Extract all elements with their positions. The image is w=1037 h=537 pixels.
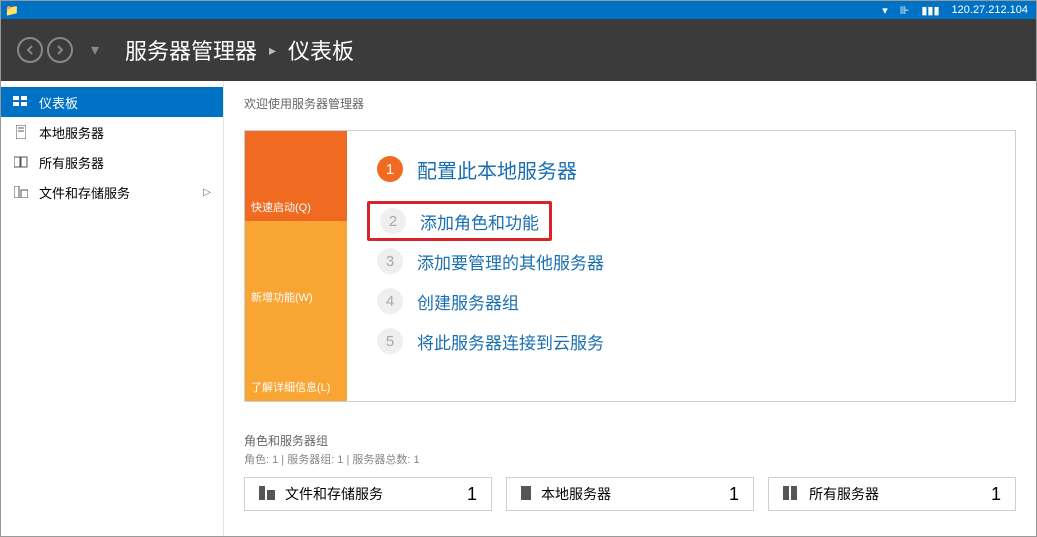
sidebar-item-storage[interactable]: 文件和存储服务 ▷: [1, 177, 223, 207]
breadcrumb-page: 仪表板: [288, 34, 354, 66]
sidebar-item-dashboard[interactable]: 仪表板: [1, 87, 223, 117]
step-add-servers[interactable]: 3 添加要管理的其他服务器: [377, 241, 985, 281]
system-taskbar: 📁 ▾ ⊪ ▮▮▮ 120.27.212.104: [1, 1, 1036, 19]
role-card-count: 1: [991, 484, 1001, 505]
step-number-icon: 1: [377, 156, 403, 182]
welcome-heading: 欢迎使用服务器管理器: [244, 95, 1016, 112]
server-icon: [13, 126, 29, 138]
server-icon: [521, 486, 531, 503]
role-card-label: 所有服务器: [809, 484, 879, 504]
ip-address: 120.27.212.104: [952, 4, 1028, 16]
role-card-local[interactable]: 本地服务器 1: [506, 477, 754, 511]
roles-heading: 角色和服务器组: [244, 432, 1016, 449]
servers-icon: [783, 486, 799, 503]
chevron-right-icon: ▷: [203, 187, 211, 198]
chevron-right-icon: ▸: [269, 42, 276, 59]
storage-icon: [13, 186, 29, 198]
nav-forward-button[interactable]: [47, 37, 73, 63]
step-configure-server[interactable]: 1 配置此本地服务器: [377, 149, 985, 189]
folder-icon: 📁: [5, 4, 19, 17]
sidebar-item-all[interactable]: 所有服务器: [1, 147, 223, 177]
step-create-group[interactable]: 4 创建服务器组: [377, 281, 985, 321]
title-bar: ▾ 服务器管理器 ▸ 仪表板: [1, 19, 1036, 81]
tab-whatsnew[interactable]: 新增功能(W): [245, 221, 347, 311]
dashboard-icon: [13, 96, 29, 108]
tab-quickstart[interactable]: 快速启动(Q): [245, 131, 347, 221]
sidebar-item-label: 文件和存储服务: [39, 183, 130, 202]
sidebar: 仪表板 本地服务器 所有服务器 文件和存储服务 ▷: [1, 81, 224, 536]
sidebar-item-label: 所有服务器: [39, 153, 104, 172]
role-card-count: 1: [467, 484, 477, 505]
step-add-roles[interactable]: 2 添加角色和功能: [377, 201, 985, 241]
network-icon[interactable]: ⊪: [900, 4, 910, 17]
nav-back-button[interactable]: [17, 37, 43, 63]
step-number-icon: 5: [377, 328, 403, 354]
dropdown-icon[interactable]: ▾: [882, 4, 888, 17]
role-card-all[interactable]: 所有服务器 1: [768, 477, 1016, 511]
step-cloud-connect[interactable]: 5 将此服务器连接到云服务: [377, 321, 985, 361]
step-number-icon: 3: [377, 248, 403, 274]
role-card-label: 本地服务器: [541, 484, 611, 504]
step-number-icon: 2: [380, 208, 406, 234]
step-number-icon: 4: [377, 288, 403, 314]
dropdown-icon[interactable]: ▾: [85, 40, 105, 60]
main-content: 欢迎使用服务器管理器 快速启动(Q) 新增功能(W) 了解详细信息(L) 1 配…: [224, 81, 1036, 536]
sidebar-item-label: 本地服务器: [39, 123, 104, 142]
sidebar-item-label: 仪表板: [39, 93, 78, 112]
sidebar-item-local[interactable]: 本地服务器: [1, 117, 223, 147]
breadcrumb: 服务器管理器 ▸ 仪表板: [125, 34, 354, 66]
signal-icon[interactable]: ▮▮▮: [921, 4, 939, 17]
roles-subtitle: 角色: 1 | 服务器组: 1 | 服务器总数: 1: [244, 451, 1016, 467]
quick-start-panel: 快速启动(Q) 新增功能(W) 了解详细信息(L) 1 配置此本地服务器 2 添…: [244, 130, 1016, 402]
tab-learnmore[interactable]: 了解详细信息(L): [245, 311, 347, 401]
storage-icon: [259, 486, 275, 503]
role-card-label: 文件和存储服务: [285, 484, 383, 504]
role-card-count: 1: [729, 484, 739, 505]
servers-icon: [13, 156, 29, 168]
breadcrumb-app[interactable]: 服务器管理器: [125, 34, 257, 66]
role-card-storage[interactable]: 文件和存储服务 1: [244, 477, 492, 511]
